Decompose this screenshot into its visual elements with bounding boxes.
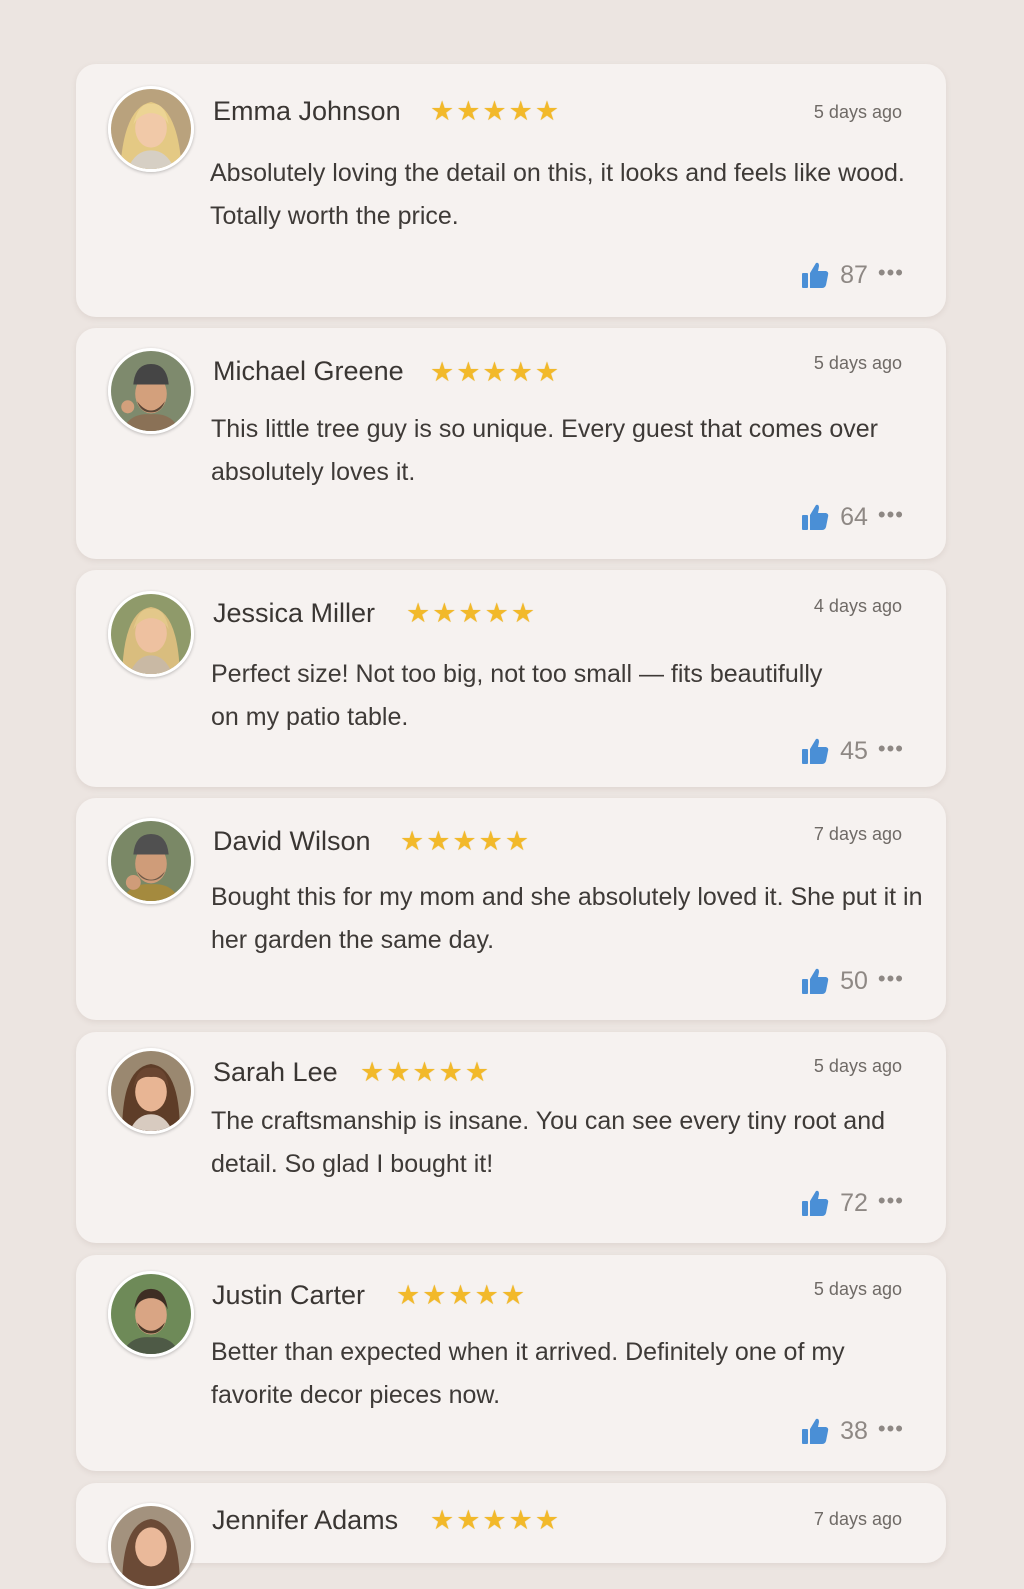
like-count: 50 <box>840 966 868 995</box>
review-text: Bought this for my mom and she absolutel… <box>211 883 923 954</box>
reviewer-name: Sarah Lee <box>213 1057 338 1087</box>
review-footer: 87 ••• <box>800 260 904 290</box>
thumbs-up-icon[interactable] <box>800 966 830 996</box>
star-rating: ★★★★★ <box>400 826 532 856</box>
review-footer: 38 ••• <box>800 1416 904 1446</box>
thumbs-up-icon[interactable] <box>800 1416 830 1446</box>
star-rating: ★★★★★ <box>396 1280 528 1310</box>
star-rating: ★★★★★ <box>430 96 562 126</box>
reviewer-name: Justin Carter <box>212 1280 366 1310</box>
reviewer-name: Jennifer Adams <box>212 1505 399 1535</box>
like-count: 45 <box>840 736 868 765</box>
avatar[interactable] <box>108 1048 194 1134</box>
star-rating: ★★★★★ <box>360 1057 492 1087</box>
more-options-icon[interactable]: ••• <box>878 1418 904 1444</box>
like-count: 38 <box>840 1416 868 1445</box>
review-time: 4 days ago <box>813 596 902 616</box>
avatar[interactable] <box>108 818 194 904</box>
review-card: David Wilson ★★★★★ 7 days ago Bought thi… <box>76 798 946 1020</box>
review-footer: 64 ••• <box>800 502 904 532</box>
more-options-icon[interactable]: ••• <box>878 262 904 288</box>
like-count: 64 <box>840 502 868 531</box>
star-rating: ★★★★★ <box>430 1505 562 1535</box>
thumbs-up-icon[interactable] <box>800 502 830 532</box>
review-text: This little tree guy is so unique. Every… <box>211 415 878 486</box>
avatar[interactable] <box>108 348 194 434</box>
review-text: The craftsmanship is insane. You can see… <box>211 1107 885 1178</box>
thumbs-up-icon[interactable] <box>800 260 830 290</box>
reviewer-name: Michael Greene <box>213 356 404 386</box>
like-count: 87 <box>840 260 868 289</box>
avatar[interactable] <box>108 86 194 172</box>
review-text: Better than expected when it arrived. De… <box>211 1338 845 1409</box>
review-card: Justin Carter ★★★★★ 5 days ago Better th… <box>76 1255 946 1471</box>
review-footer: 50 ••• <box>800 966 904 996</box>
review-card: Jennifer Adams ★★★★★ 7 days ago <box>76 1483 946 1589</box>
reviewer-name: Jessica Miller <box>213 598 376 628</box>
review-card: Jessica Miller ★★★★★ 4 days ago Perfect … <box>76 570 946 787</box>
review-time: 5 days ago <box>813 102 902 122</box>
review-text: Perfect size! Not too big, not too small… <box>211 660 823 731</box>
avatar[interactable] <box>108 1503 194 1589</box>
more-options-icon[interactable]: ••• <box>878 1190 904 1216</box>
more-options-icon[interactable]: ••• <box>878 504 904 530</box>
thumbs-up-icon[interactable] <box>800 1188 830 1218</box>
more-options-icon[interactable]: ••• <box>878 738 904 764</box>
like-count: 72 <box>840 1188 868 1217</box>
reviewer-name: Emma Johnson <box>213 96 401 126</box>
review-time: 7 days ago <box>813 1509 902 1529</box>
star-rating: ★★★★★ <box>430 357 562 387</box>
review-card: Emma Johnson ★★★★★ 5 days ago Absolutely… <box>76 64 946 317</box>
review-time: 5 days ago <box>813 353 902 373</box>
review-card: Michael Greene ★★★★★ 5 days ago This lit… <box>76 328 946 559</box>
thumbs-up-icon[interactable] <box>800 736 830 766</box>
more-options-icon[interactable]: ••• <box>878 968 904 994</box>
star-rating: ★★★★★ <box>406 598 538 628</box>
review-footer: 72 ••• <box>800 1188 904 1218</box>
review-footer: 45 ••• <box>800 736 904 766</box>
review-time: 5 days ago <box>813 1279 902 1299</box>
review-time: 5 days ago <box>813 1056 902 1076</box>
reviewer-name: David Wilson <box>213 826 371 856</box>
review-text: Absolutely loving the detail on this, it… <box>210 159 905 230</box>
avatar[interactable] <box>108 1271 194 1357</box>
review-time: 7 days ago <box>813 824 902 844</box>
review-card: Sarah Lee ★★★★★ 5 days ago The craftsman… <box>76 1032 946 1243</box>
avatar[interactable] <box>108 591 194 677</box>
